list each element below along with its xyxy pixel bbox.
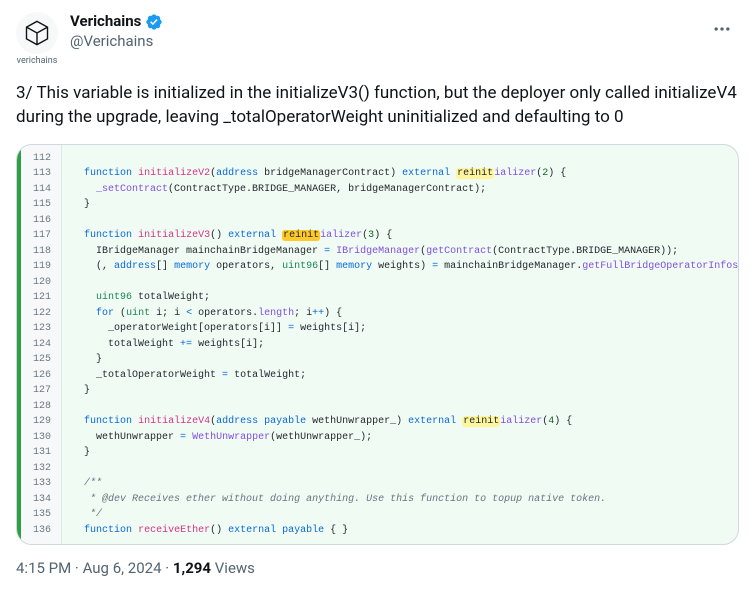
line-number: 118	[33, 244, 51, 260]
line-number: 122	[33, 306, 51, 322]
code-line: function initializeV4(address payable we…	[72, 414, 728, 430]
tweet-text: 3/ This variable is initialized in the i…	[16, 82, 739, 130]
tweet-header: verichains Verichains @Verichains	[16, 12, 739, 66]
code-line: for (uint i; i < operators.length; i++) …	[72, 306, 728, 322]
user-info: Verichains @Verichains	[70, 12, 163, 51]
line-number: 119	[33, 259, 51, 275]
tweet-meta: 4:15 PM · Aug 6, 2024 · 1,294 Views	[16, 559, 739, 577]
line-number: 126	[33, 368, 51, 384]
line-number: 121	[33, 290, 51, 306]
more-button[interactable]	[705, 12, 739, 46]
line-number: 129	[33, 414, 51, 430]
line-number: 120	[33, 275, 51, 291]
line-number: 133	[33, 476, 51, 492]
code-line: }	[72, 352, 728, 368]
line-number: 116	[33, 213, 51, 229]
code-line: function initializeV2(address bridgeMana…	[72, 166, 728, 182]
avatar-container[interactable]: verichains	[16, 12, 58, 66]
line-number: 115	[33, 197, 51, 213]
line-number: 135	[33, 507, 51, 523]
code-line: */	[72, 507, 728, 523]
code-line: _totalOperatorWeight = totalWeight;	[72, 368, 728, 384]
line-number: 113	[33, 166, 51, 182]
line-number: 114	[33, 182, 51, 198]
tweet-time[interactable]: 4:15 PM	[16, 559, 71, 577]
line-number: 136	[33, 523, 51, 539]
line-number: 134	[33, 492, 51, 508]
code-line: }	[72, 445, 728, 461]
line-number: 128	[33, 399, 51, 415]
code-line: (, address[] memory operators, uint96[] …	[72, 259, 728, 275]
cube-icon	[23, 19, 51, 47]
verified-badge-icon	[145, 13, 163, 31]
display-name[interactable]: Verichains	[70, 12, 141, 32]
avatar-label: verichains	[17, 56, 58, 66]
code-content: function initializeV2(address bridgeMana…	[62, 145, 738, 545]
code-line: _operatorWeight[operators[i]] = weights[…	[72, 321, 728, 337]
line-number-gutter: 1121131141151161171181191201211221231241…	[17, 145, 62, 545]
line-number: 125	[33, 352, 51, 368]
code-line: wethUnwrapper = WethUnwrapper(wethUnwrap…	[72, 430, 728, 446]
code-line	[72, 461, 728, 477]
code-line: * @dev Receives ether without doing anyt…	[72, 492, 728, 508]
code-line	[72, 399, 728, 415]
code-line	[72, 275, 728, 291]
line-number: 127	[33, 383, 51, 399]
code-line: IBridgeManager mainchainBridgeManager = …	[72, 244, 728, 260]
line-number: 130	[33, 430, 51, 446]
code-line	[72, 213, 728, 229]
views-label: Views	[211, 559, 255, 577]
line-number: 131	[33, 445, 51, 461]
code-line: totalWeight += weights[i];	[72, 337, 728, 353]
user-handle[interactable]: @Verichains	[70, 32, 163, 52]
code-line: _setContract(ContractType.BRIDGE_MANAGER…	[72, 182, 728, 198]
line-number: 124	[33, 337, 51, 353]
code-line: function initializeV3() external reiniti…	[72, 228, 728, 244]
line-number: 117	[33, 228, 51, 244]
more-icon	[712, 19, 732, 39]
line-number: 123	[33, 321, 51, 337]
code-line	[72, 151, 728, 167]
code-line: function receiveEther() external payable…	[72, 523, 728, 539]
tweet-date[interactable]: Aug 6, 2024	[83, 559, 162, 577]
views-count[interactable]: 1,294	[173, 559, 211, 577]
code-line: }	[72, 197, 728, 213]
avatar	[16, 12, 58, 54]
line-number: 132	[33, 461, 51, 477]
code-line: uint96 totalWeight;	[72, 290, 728, 306]
line-number: 112	[33, 151, 51, 167]
code-block[interactable]: 1121131141151161171181191201211221231241…	[16, 144, 739, 546]
code-line: /**	[72, 476, 728, 492]
code-line: }	[72, 383, 728, 399]
